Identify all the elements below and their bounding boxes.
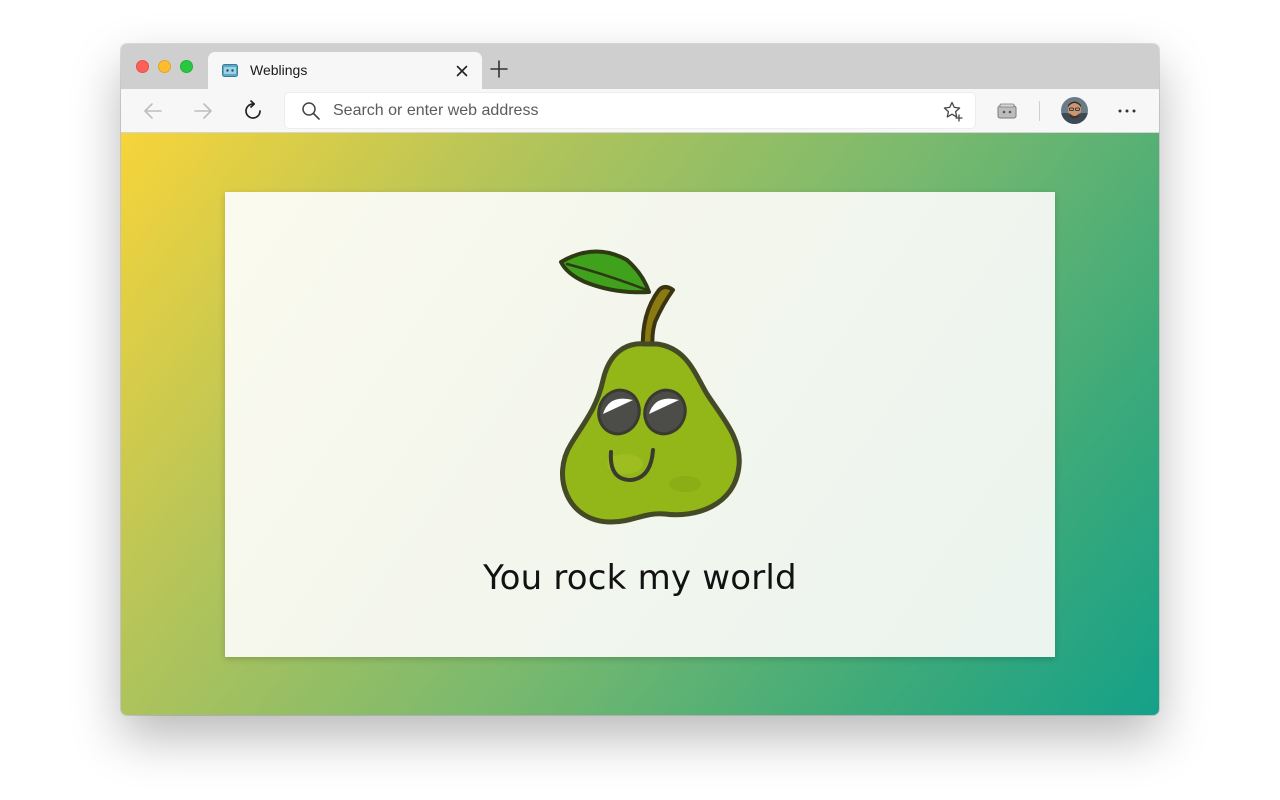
window-close-button[interactable] [136,60,149,73]
weblings-favicon-icon [222,64,238,77]
arrow-right-icon[interactable] [191,99,215,123]
window-minimize-button[interactable] [158,60,171,73]
window-maximize-button[interactable] [180,60,193,73]
reload-icon[interactable] [241,99,265,123]
search-icon [302,102,320,120]
address-bar[interactable] [285,93,975,128]
profile-photo-icon [1061,97,1088,124]
address-input[interactable] [333,93,923,128]
pear-character-icon [559,249,742,525]
tab-close-icon[interactable] [454,63,470,79]
avatar[interactable] [1061,97,1088,124]
page-content: You rock my world [121,133,1159,715]
arrow-left-icon[interactable] [141,99,165,123]
toolbar-divider [1039,101,1040,121]
plus-icon[interactable] [489,59,509,79]
star-plus-icon[interactable] [942,100,964,122]
browser-toolbar [121,89,1159,133]
browser-window: Weblings Search or enter web address You… [121,44,1159,715]
tab-weblings[interactable]: Weblings [208,52,482,89]
collections-icon[interactable] [997,103,1017,119]
greeting-card: You rock my world [225,192,1055,657]
card-message: You rock my world [483,558,797,598]
tab-title: Weblings [250,62,308,78]
tab-strip: Weblings [121,44,1159,89]
more-icon[interactable] [1115,101,1139,121]
